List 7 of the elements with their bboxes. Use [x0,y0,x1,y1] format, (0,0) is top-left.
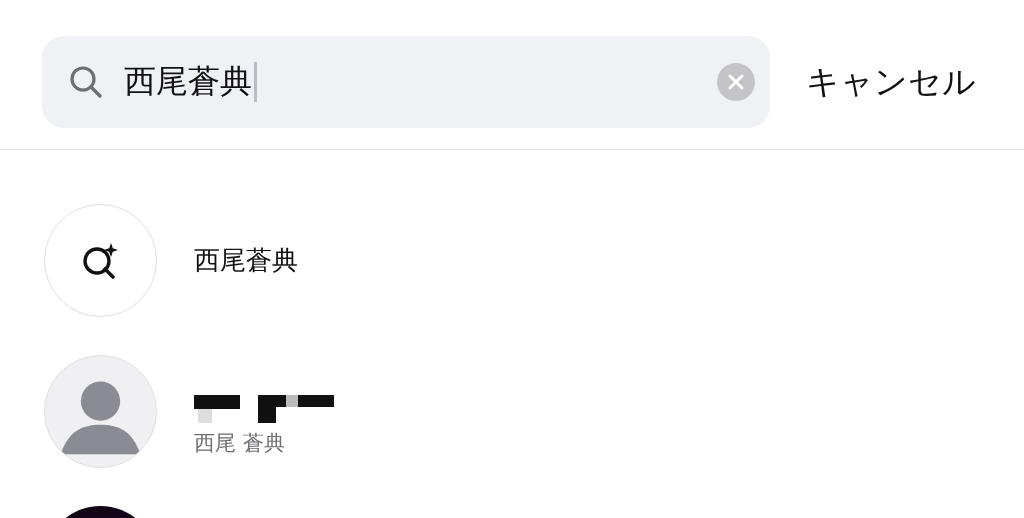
user-subtitle: 西尾 蒼典 [194,429,286,457]
search-icon [68,64,104,100]
cancel-button[interactable]: キャンセル [806,59,976,105]
search-field[interactable]: 西尾蒼典 [42,36,770,128]
suggestion-text[interactable]: 西尾蒼典 [194,243,298,278]
clear-icon[interactable] [717,63,755,101]
search-query: 西尾蒼典 [124,61,252,102]
